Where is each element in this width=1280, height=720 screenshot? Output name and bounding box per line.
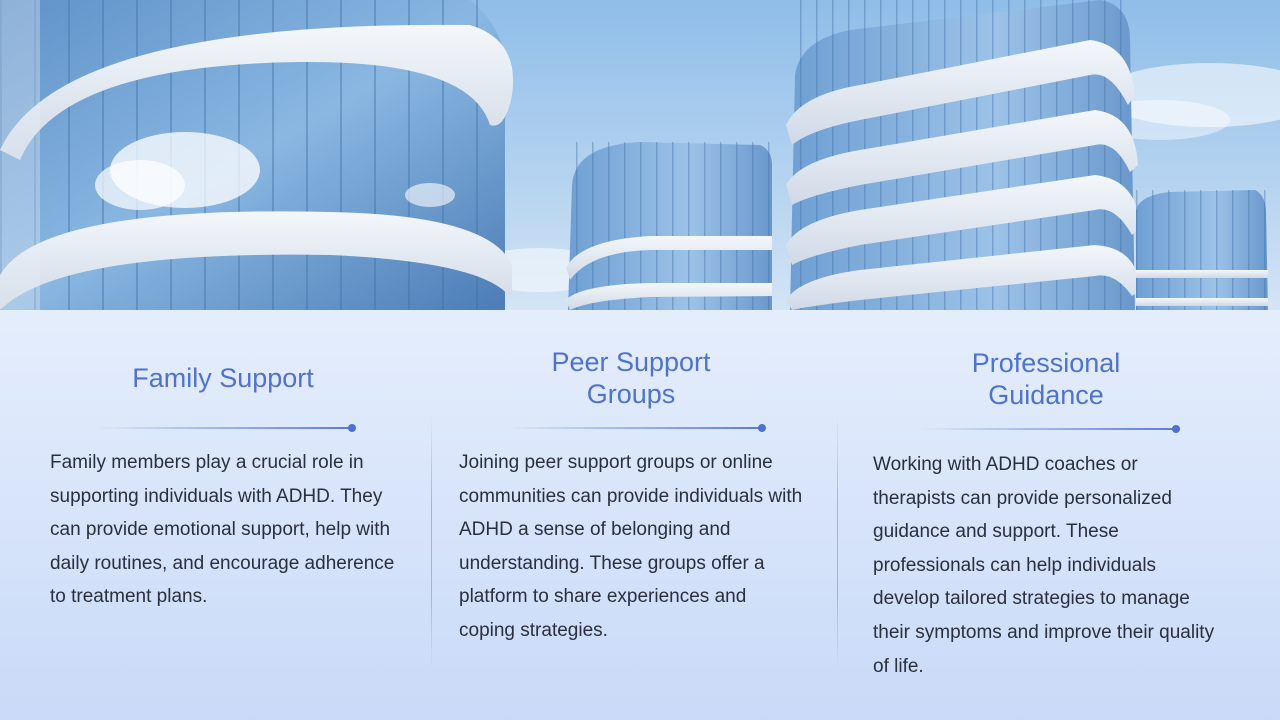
family-support-title: Family Support	[132, 363, 314, 393]
column-divider-1	[431, 415, 432, 670]
professional-guidance-text: Working with ADHD coaches or therapists …	[873, 454, 1215, 677]
column-divider-2	[837, 415, 838, 670]
peer-support-text: Joining peer support groups or online co…	[459, 452, 803, 641]
professional-guidance-title: Professional Guidance	[971, 348, 1121, 410]
accent-dot-icon	[758, 424, 766, 432]
hero-image	[0, 0, 1280, 310]
accent-dot-icon	[1172, 425, 1180, 433]
peer-support-groups-title: Peer Support Groups	[551, 347, 711, 409]
family-support-accent-line	[96, 424, 356, 432]
accent-dot-icon	[348, 424, 356, 432]
peer-support-accent-line	[506, 424, 766, 432]
professional-guidance-accent-line	[920, 425, 1180, 433]
family-support-text: Family members play a crucial role in su…	[50, 452, 395, 608]
